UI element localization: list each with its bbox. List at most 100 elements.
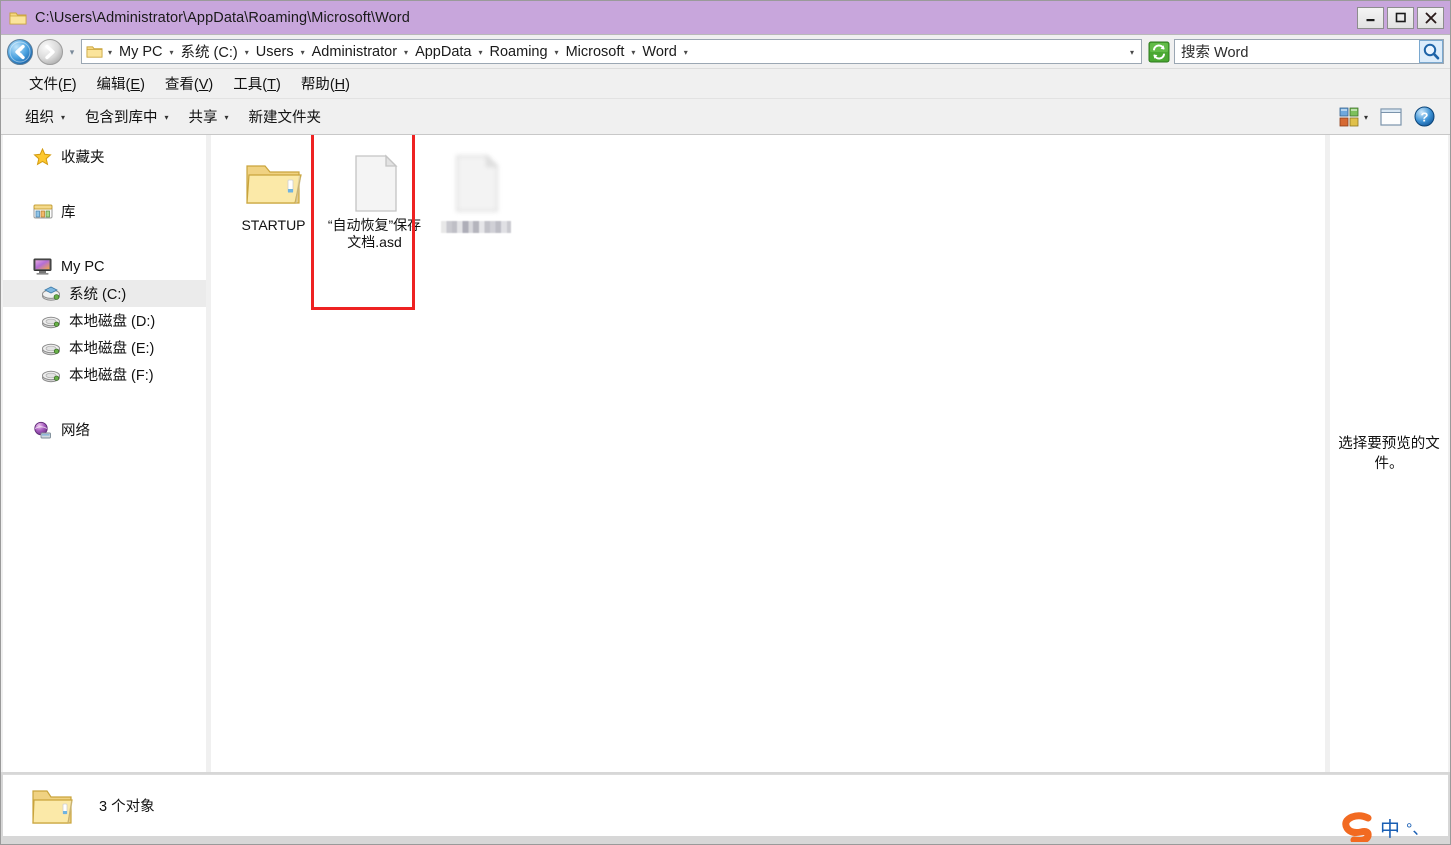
file-list-pane[interactable]: STARTUP “自动恢复”保存文档.asd: [211, 135, 1325, 772]
breadcrumb-item-word[interactable]: Word: [638, 44, 680, 60]
chevron-down-icon: ▾: [1363, 113, 1368, 122]
sidebar-item-disk-e[interactable]: 本地磁盘 (E:): [3, 334, 206, 361]
menu-file[interactable]: 文件(F): [19, 70, 87, 97]
library-icon: [33, 203, 53, 221]
network-icon: [33, 421, 53, 439]
monitor-icon: [33, 258, 53, 276]
back-arrow-icon[interactable]: [5, 37, 35, 67]
folder-icon: [86, 46, 103, 58]
main-body: 收藏夹 库 My PC 系统 (C:) 本地磁盘 (D:) 本地磁盘 (E:) …: [1, 135, 1450, 772]
new-folder-label: 新建文件夹: [248, 110, 322, 126]
chevron-down-icon: ▾: [61, 113, 66, 122]
close-button[interactable]: [1417, 6, 1444, 29]
breadcrumb-separator[interactable]: ▾: [628, 48, 638, 57]
organize-label: 组织: [25, 110, 54, 126]
breadcrumb-separator[interactable]: ▾: [298, 48, 308, 57]
breadcrumb-separator[interactable]: ▾: [681, 48, 691, 57]
document-icon: [348, 153, 402, 215]
help-button[interactable]: ?: [1409, 103, 1440, 130]
preview-empty-message: 选择要预览的文件。: [1338, 435, 1440, 472]
sidebar-item-mypc[interactable]: My PC: [3, 253, 206, 280]
menu-tools-label: 工具: [233, 77, 263, 93]
folder-icon: [32, 789, 73, 824]
navigation-pane[interactable]: 收藏夹 库 My PC 系统 (C:) 本地磁盘 (D:) 本地磁盘 (E:) …: [3, 135, 206, 772]
search-input[interactable]: 搜索 Word: [1174, 39, 1444, 64]
file-name: STARTUP: [241, 217, 306, 233]
search-placeholder: 搜索 Word: [1181, 45, 1249, 61]
chevron-down-icon: ▾: [164, 113, 169, 122]
breadcrumb-dropdown-caret[interactable]: ▾: [1127, 48, 1137, 57]
file-grid: STARTUP “自动恢复”保存文档.asd: [211, 135, 1325, 255]
close-icon: [1425, 12, 1436, 23]
breadcrumb-separator[interactable]: ▾: [167, 48, 177, 57]
chevron-down-icon: ▾: [224, 113, 229, 122]
sidebar-item-disk-f[interactable]: 本地磁盘 (F:): [3, 361, 206, 388]
breadcrumb-item-microsoft[interactable]: Microsoft: [562, 44, 629, 60]
folder-icon: [9, 12, 27, 24]
menu-file-accel: F: [62, 77, 72, 93]
menu-bar: 文件(F) 编辑(E) 查看(V) 工具(T) 帮助(H): [1, 69, 1450, 99]
file-name-redacted: [440, 221, 511, 233]
menu-view-accel: V: [198, 77, 209, 93]
file-item-startup[interactable]: STARTUP: [223, 147, 324, 255]
address-bar: ▾ ▾ My PC ▾ 系统 (C:) ▾ Users ▾ Administra…: [1, 35, 1450, 69]
help-icon: ?: [1414, 106, 1435, 127]
change-view-button[interactable]: ▾: [1334, 104, 1373, 130]
preview-pane: 选择要预览的文件。: [1330, 135, 1448, 772]
breadcrumb[interactable]: ▾ My PC ▾ 系统 (C:) ▾ Users ▾ Administrato…: [81, 39, 1142, 64]
drive-icon: [41, 312, 61, 330]
breadcrumb-separator[interactable]: ▾: [476, 48, 486, 57]
breadcrumb-item-mypc[interactable]: My PC: [115, 44, 167, 60]
title-bar: C:\Users\Administrator\AppData\Roaming\M…: [1, 1, 1450, 35]
preview-pane-button[interactable]: [1375, 105, 1407, 129]
magnifier-icon[interactable]: [1419, 40, 1443, 63]
file-item-redacted[interactable]: [425, 147, 526, 255]
breadcrumb-item-appdata[interactable]: AppData: [411, 44, 475, 60]
menu-edit-label: 编辑: [96, 77, 126, 93]
breadcrumb-item-roaming[interactable]: Roaming: [486, 44, 552, 60]
sidebar-item-system-c[interactable]: 系统 (C:): [3, 280, 206, 307]
menu-help-accel: H: [334, 77, 346, 93]
menu-view[interactable]: 查看(V): [155, 70, 223, 97]
sidebar-item-network[interactable]: 网络: [3, 416, 206, 443]
sidebar-item-label: 网络: [61, 423, 90, 439]
maximize-icon: [1395, 12, 1406, 23]
history-dropdown[interactable]: ▾: [65, 37, 79, 67]
new-folder-button[interactable]: 新建文件夹: [239, 102, 332, 131]
sidebar-item-disk-d[interactable]: 本地磁盘 (D:): [3, 307, 206, 334]
menu-edit-accel: E: [130, 77, 141, 93]
menu-edit[interactable]: 编辑(E): [87, 70, 155, 97]
maximize-button[interactable]: [1387, 6, 1414, 29]
breadcrumb-separator[interactable]: ▾: [552, 48, 562, 57]
breadcrumb-item-users[interactable]: Users: [252, 44, 298, 60]
breadcrumb-item-administrator[interactable]: Administrator: [308, 44, 401, 60]
menu-file-label: 文件: [29, 77, 58, 93]
explorer-window: C:\Users\Administrator\AppData\Roaming\M…: [0, 0, 1451, 845]
share-button[interactable]: 共享 ▾: [179, 102, 239, 131]
menu-help[interactable]: 帮助(H): [291, 70, 360, 97]
forward-arrow-icon: [37, 38, 63, 65]
menu-tools[interactable]: 工具(T): [223, 70, 291, 97]
breadcrumb-separator[interactable]: ▾: [242, 48, 252, 57]
include-in-library-button[interactable]: 包含到库中 ▾: [75, 102, 179, 131]
breadcrumb-separator[interactable]: ▾: [105, 48, 115, 57]
sidebar-item-label: 库: [61, 205, 76, 221]
sidebar-item-libraries[interactable]: 库: [3, 198, 206, 225]
refresh-icon[interactable]: [1148, 41, 1170, 63]
status-item-count: 3 个对象: [99, 799, 155, 815]
sidebar-item-label: My PC: [61, 258, 105, 275]
sidebar-item-label: 本地磁盘 (F:): [69, 368, 154, 384]
minimize-button[interactable]: [1357, 6, 1384, 29]
sidebar-item-label: 本地磁盘 (D:): [69, 314, 156, 330]
breadcrumb-separator[interactable]: ▾: [401, 48, 411, 57]
drive-icon: [41, 339, 61, 357]
sidebar-item-favorites[interactable]: 收藏夹: [3, 143, 206, 170]
breadcrumb-item-system-c[interactable]: 系统 (C:): [177, 41, 242, 62]
organize-button[interactable]: 组织 ▾: [15, 102, 75, 131]
window-bottom-edge: [1, 836, 1450, 844]
file-item-autorecover-asd[interactable]: “自动恢复”保存文档.asd: [324, 147, 425, 255]
status-bar: 3 个对象: [3, 774, 1448, 836]
